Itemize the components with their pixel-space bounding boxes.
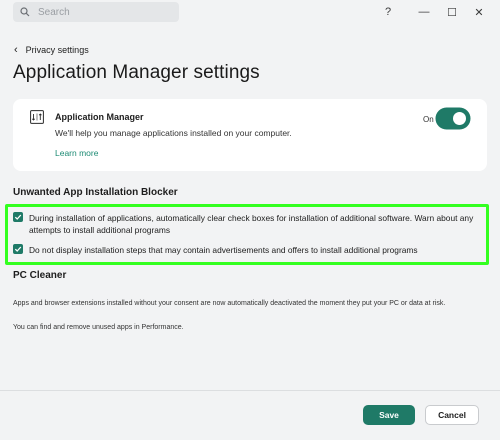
toggle-state-label: On <box>423 115 434 124</box>
option-label: Do not display installation steps that m… <box>29 245 418 255</box>
checkmark-icon <box>14 214 22 220</box>
help-button[interactable]: ? <box>377 3 399 21</box>
card-description: We'll help you manage applications insta… <box>55 128 292 138</box>
blocker-section-title: Unwanted App Installation Blocker <box>13 187 178 198</box>
chevron-left-icon: ‹ <box>14 43 18 56</box>
search-icon <box>20 7 30 17</box>
application-manager-toggle[interactable] <box>437 109 469 128</box>
checkmark-icon <box>14 246 22 252</box>
pc-cleaner-text: Apps and browser extensions installed wi… <box>13 300 446 307</box>
toggle-knob <box>453 112 466 125</box>
back-link-label: Privacy settings <box>25 45 89 55</box>
pc-cleaner-title: PC Cleaner <box>13 270 67 281</box>
search-box[interactable]: Search <box>13 2 179 22</box>
close-button[interactable]: ✕ <box>468 3 490 21</box>
checkbox-hide-ad-steps[interactable] <box>13 244 23 254</box>
card-title: Application Manager <box>55 112 144 122</box>
back-link[interactable]: ‹ Privacy settings <box>14 43 89 57</box>
search-placeholder: Search <box>38 6 70 18</box>
page-title: Application Manager settings <box>13 62 260 83</box>
cancel-button[interactable]: Cancel <box>425 405 479 425</box>
footer-divider <box>0 390 500 391</box>
option-label: During installation of applications, aut… <box>29 213 474 235</box>
save-button[interactable]: Save <box>363 405 415 425</box>
pc-cleaner-performance-text: You can find and remove unused apps in P… <box>13 324 184 331</box>
application-manager-card: Application Manager We'll help you manag… <box>13 99 487 171</box>
checkbox-clear-additional-software[interactable] <box>13 212 23 222</box>
learn-more-link[interactable]: Learn more <box>55 148 98 158</box>
minimize-button[interactable]: — <box>413 3 435 21</box>
title-bar: Search ? — ☐ ✕ <box>0 0 500 26</box>
maximize-button[interactable]: ☐ <box>441 3 463 21</box>
application-manager-icon <box>30 110 44 124</box>
